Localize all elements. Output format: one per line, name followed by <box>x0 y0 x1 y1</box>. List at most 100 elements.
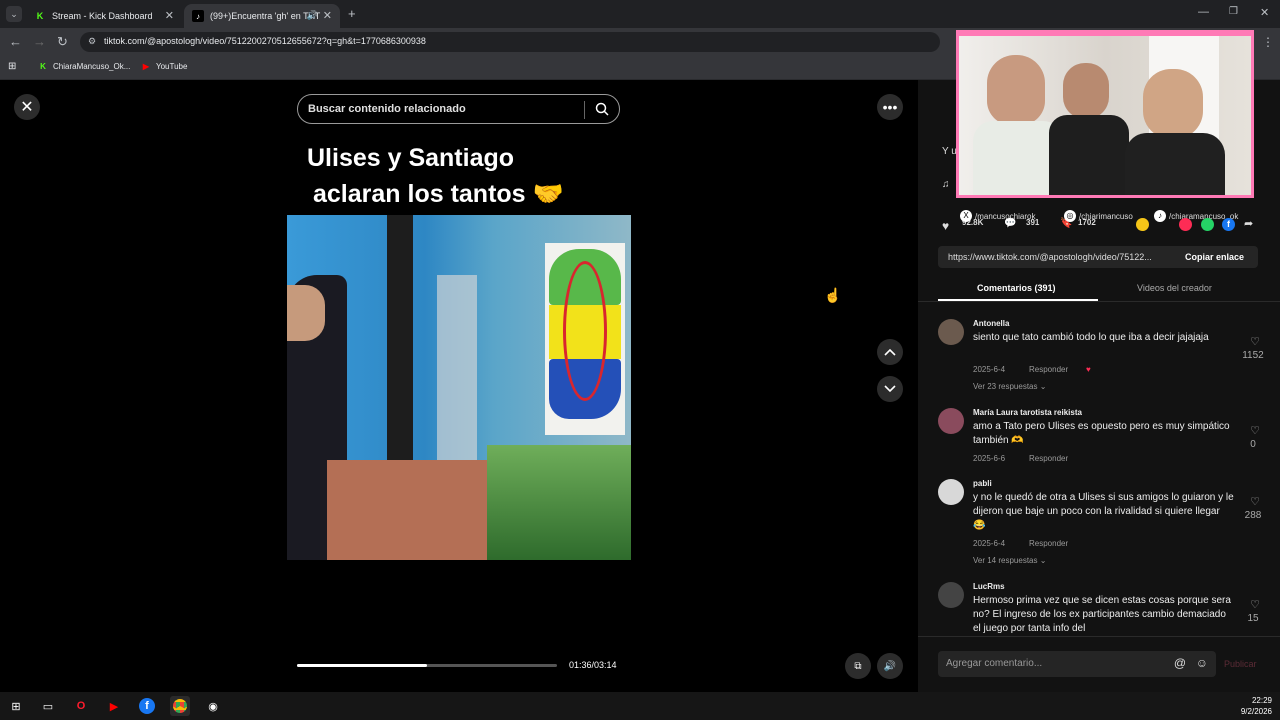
video-caption-overlay: Ulises y Santiago aclaran los tantos 🤝 <box>307 140 564 212</box>
emoji-icon[interactable]: ☺ <box>1196 656 1208 670</box>
view-replies-button[interactable]: Ver 23 respuestas ⌄ <box>973 382 1046 391</box>
system-clock: 22:29 9/2/2026 <box>1241 695 1272 717</box>
comment-like-icon[interactable]: ♡ <box>1250 495 1260 508</box>
apps-icon[interactable]: ⊞ <box>8 61 16 72</box>
mention-icon[interactable]: @ <box>1174 656 1186 670</box>
comment-username[interactable]: pabli <box>973 479 992 488</box>
video-link: https://www.tiktok.com/@apostologh/video… <box>948 252 1152 262</box>
bookmark-label: YouTube <box>156 61 188 71</box>
comment-text: siento que tato cambió todo lo que iba a… <box>973 332 1209 343</box>
avatar[interactable] <box>938 408 964 434</box>
person-middle-shirt <box>1049 115 1129 195</box>
new-tab-button[interactable]: + <box>348 6 356 21</box>
search-icon[interactable] <box>595 102 609 116</box>
avatar[interactable] <box>938 479 964 505</box>
comment-username[interactable]: LucRms <box>973 582 1005 591</box>
obs-icon[interactable]: ◉ <box>203 696 223 716</box>
mouse-cursor-icon: ☝ <box>824 287 842 303</box>
social-instagram: ◎ /chiarimancuso <box>1064 210 1133 222</box>
floating-player-button[interactable]: ⧉ <box>845 653 871 679</box>
reply-button[interactable]: Responder <box>1029 365 1068 374</box>
comment-username[interactable]: María Laura tarotista reikista <box>973 408 1082 417</box>
reply-button[interactable]: Responder <box>1029 539 1068 548</box>
url-text: tiktok.com/@apostologh/video/75122002705… <box>104 36 426 46</box>
volume-button[interactable]: 🔊 <box>877 653 903 679</box>
tab-label: (99+)Encuentra 'gh' en TikT <box>210 11 321 21</box>
person-left-face <box>987 55 1045 125</box>
copy-link-button[interactable]: Copiar enlace <box>1185 252 1244 262</box>
like-icon[interactable]: ♥ <box>942 219 949 233</box>
next-video-button[interactable] <box>877 376 903 402</box>
tab-tiktok[interactable]: ♪ (99+)Encuentra 'gh' en TikT 🔊 ✕ <box>184 4 340 28</box>
close-tab-icon[interactable]: ✕ <box>165 9 174 22</box>
bookmark-youtube[interactable]: ▶ YouTube <box>141 61 188 71</box>
chevron-up-icon <box>884 348 896 356</box>
drawing-poster <box>545 243 625 435</box>
avatar[interactable] <box>938 319 964 345</box>
caption-line-2: aclaran los tantos 🤝 <box>313 180 564 208</box>
view-replies-button[interactable]: Ver 14 respuestas ⌄ <box>973 556 1046 565</box>
person-middle-face <box>1063 63 1109 119</box>
video-frame <box>287 215 631 560</box>
repost-icon[interactable] <box>1179 218 1192 231</box>
task-view-icon[interactable]: ▭ <box>38 696 58 716</box>
tab-creator-videos[interactable]: Videos del creador <box>1137 283 1212 293</box>
close-window-icon[interactable]: ✕ <box>1260 6 1269 19</box>
close-tab-icon[interactable]: ✕ <box>323 9 332 22</box>
chrome-icon[interactable] <box>170 696 190 716</box>
minimize-icon[interactable]: — <box>1198 6 1209 18</box>
back-icon[interactable]: ← <box>9 35 22 49</box>
site-info-icon[interactable]: ⚙ <box>88 36 96 47</box>
comment-like-icon[interactable]: ♡ <box>1250 424 1260 437</box>
tab-label: Stream - Kick Dashboard <box>52 11 153 21</box>
avatar[interactable] <box>938 582 964 608</box>
tab-comments[interactable]: Comentarios (391) <box>977 283 1056 293</box>
tiktok-icon: ♪ <box>192 10 204 22</box>
opera-icon[interactable]: O <box>71 696 91 716</box>
tiktok-icon: ♪ <box>1154 210 1166 222</box>
plants <box>487 445 631 560</box>
poster-red-circle <box>563 261 607 401</box>
publish-button[interactable]: Publicar <box>1224 659 1257 669</box>
comment-input-divider <box>918 636 1280 637</box>
comment-date: 2025-6-6 <box>973 454 1006 463</box>
comment-like-icon[interactable]: ♡ <box>1250 598 1260 611</box>
video-link-field[interactable]: https://www.tiktok.com/@apostologh/video… <box>938 246 1258 268</box>
facebook-icon[interactable]: f <box>1222 218 1235 231</box>
comment-like-icon[interactable]: ♡ <box>1250 335 1260 348</box>
bookmark-chiaramancuso[interactable]: K ChiaraMancuso_Ok... <box>38 61 130 71</box>
video-progress-bar[interactable] <box>297 664 557 667</box>
comment-date: 2025-6-4 <box>973 539 1006 548</box>
reload-icon[interactable]: ↻ <box>57 35 68 49</box>
music-icon: ♫ <box>942 179 950 190</box>
facebook-icon[interactable]: f <box>137 696 157 716</box>
share-icon[interactable]: ➦ <box>1244 217 1253 230</box>
comment-username[interactable]: Antonella <box>973 319 1009 328</box>
whatsapp-icon[interactable] <box>1201 218 1214 231</box>
person-right-face <box>1143 69 1203 139</box>
browser-menu-icon[interactable]: ⋮ <box>1262 35 1274 49</box>
x-icon: X <box>960 210 972 222</box>
taskbar: ⊞ ▭ O ▶ f ◉ 22:29 9/2/2026 <box>0 692 1280 720</box>
related-search-input[interactable]: Buscar contenido relacionado <box>297 94 620 124</box>
add-comment-input[interactable]: Agregar comentario... @ ☺ <box>938 651 1216 677</box>
restore-icon[interactable]: ❐ <box>1229 6 1238 17</box>
forward-icon[interactable]: → <box>33 35 46 49</box>
video-progress-fill <box>297 664 427 667</box>
tab-search-icon[interactable]: ⌄ <box>6 6 22 22</box>
youtube-icon[interactable]: ▶ <box>104 696 124 716</box>
reply-button[interactable]: Responder <box>1029 454 1068 463</box>
social-handle: /mancusochiarok <box>975 211 1036 221</box>
tab-kick-dashboard[interactable]: K Stream - Kick Dashboard ✕ <box>26 4 182 28</box>
windows-start-icon[interactable]: ⊞ <box>6 696 26 716</box>
social-x: X /mancusochiarok <box>960 210 1035 222</box>
url-field[interactable]: ⚙ tiktok.com/@apostologh/video/751220027… <box>80 32 940 52</box>
close-video-button[interactable]: ✕ <box>14 94 40 120</box>
speaker-icon[interactable]: 🔊 <box>307 10 318 21</box>
previous-video-button[interactable] <box>877 339 903 365</box>
comment-text: Hermoso prima vez que se dicen estas cos… <box>973 595 1231 634</box>
webcam-border-accent <box>959 33 1251 36</box>
video-player[interactable]: Buscar contenido relacionado Ulises y Sa… <box>287 80 631 692</box>
coin-icon[interactable] <box>1136 218 1149 231</box>
more-options-button[interactable]: ••• <box>877 94 903 120</box>
